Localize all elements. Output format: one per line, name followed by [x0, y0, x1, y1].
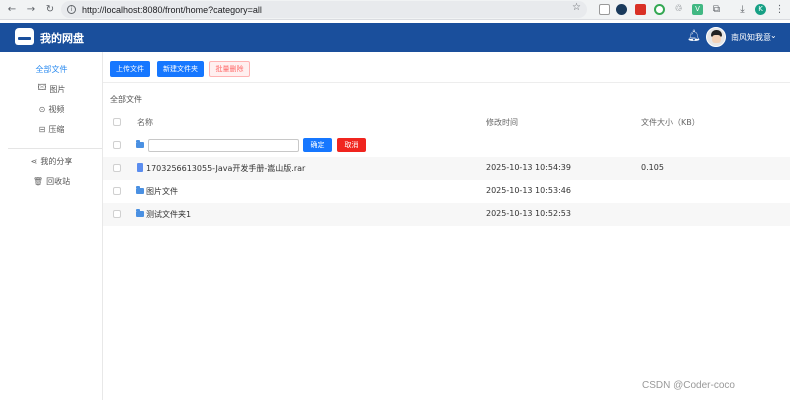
cancel-button[interactable]: 取消	[337, 138, 366, 152]
sidebar-item-archives[interactable]: ⊟ 压缩	[0, 120, 103, 138]
table-row[interactable]: 测试文件夹1 2025-10-13 10:52:53	[103, 203, 790, 226]
extension-screenshot-icon[interactable]	[599, 4, 610, 15]
app-title: 我的网盘	[40, 32, 84, 45]
sidebar-divider	[8, 148, 102, 149]
upload-button[interactable]: 上传文件	[110, 61, 150, 77]
bell-icon[interactable]: 🔔︎	[687, 29, 701, 43]
table-row[interactable]: 图片文件 2025-10-13 10:53:46	[103, 180, 790, 203]
sidebar-item-label: 全部文件	[35, 64, 68, 74]
table-row[interactable]: 1703256613055-Java开发手册-嵩山版.rar 2025-10-1…	[103, 157, 790, 180]
file-modified: 2025-10-13 10:54:39	[486, 163, 571, 172]
trash-icon: 🗑︎	[32, 176, 44, 186]
cloud-drive-logo-icon	[15, 28, 34, 45]
sidebar-item-all-files[interactable]: 全部文件	[0, 60, 103, 78]
row-checkbox[interactable]	[113, 141, 121, 149]
sidebar-item-videos[interactable]: ⊙ 视频	[0, 100, 103, 118]
new-folder-row: 确定 取消	[103, 134, 790, 157]
user-avatar[interactable]	[706, 27, 726, 47]
sidebar-item-my-shares[interactable]: ⋖ 我的分享	[0, 152, 103, 170]
toolbar-divider	[103, 82, 790, 83]
row-checkbox[interactable]	[113, 164, 121, 172]
extensions-puzzle-icon[interactable]: ⧉	[711, 4, 722, 15]
extension-shield-icon[interactable]	[616, 4, 627, 15]
browser-toolbar: ← → ↻ i http://localhost:8080/front/home…	[0, 0, 790, 20]
video-icon: ⊙	[38, 104, 46, 114]
column-header-size[interactable]: 文件大小（KB）	[641, 117, 700, 128]
breadcrumb[interactable]: 全部文件	[110, 94, 142, 105]
folder-icon	[136, 186, 144, 194]
sidebar-item-label: 我的分享	[40, 156, 73, 166]
sidebar-item-images[interactable]: 🖾 图片	[0, 80, 103, 98]
file-name[interactable]: 1703256613055-Java开发手册-嵩山版.rar	[146, 163, 305, 174]
share-icon: ⋖	[30, 156, 38, 166]
username[interactable]: 南风知我意	[731, 32, 771, 43]
row-checkbox[interactable]	[113, 210, 121, 218]
archive-icon: ⊟	[38, 124, 46, 134]
column-header-name[interactable]: 名称	[137, 117, 153, 128]
new-folder-button[interactable]: 新建文件夹	[157, 61, 204, 77]
sidebar-item-recycle-bin[interactable]: 🗑︎ 回收站	[0, 172, 103, 190]
file-icon	[137, 163, 143, 172]
sidebar-item-label: 压缩	[48, 124, 65, 134]
site-info-icon[interactable]: i	[67, 5, 76, 14]
table-header: 名称 修改时间 文件大小（KB）	[103, 111, 790, 134]
confirm-button[interactable]: 确定	[303, 138, 332, 152]
folder-name[interactable]: 测试文件夹1	[146, 209, 191, 220]
extension-green-icon[interactable]	[654, 4, 665, 15]
column-header-modified[interactable]: 修改时间	[486, 117, 518, 128]
folder-modified: 2025-10-13 10:52:53	[486, 209, 571, 218]
back-arrow-icon[interactable]: ←	[5, 3, 19, 17]
folder-icon	[136, 209, 144, 217]
select-all-checkbox[interactable]	[113, 118, 121, 126]
download-icon[interactable]: ⤓	[737, 4, 748, 15]
address-bar[interactable]: i http://localhost:8080/front/home?categ…	[61, 1, 587, 18]
extension-vue-icon[interactable]: V	[692, 4, 703, 15]
extension-red-icon[interactable]	[635, 4, 646, 15]
file-size: 0.105	[641, 163, 664, 172]
profile-avatar[interactable]: K	[755, 4, 766, 15]
chevron-down-icon[interactable]: ⌄	[770, 31, 777, 40]
sidebar: 全部文件 🖾 图片 ⊙ 视频 ⊟ 压缩 ⋖ 我的分享 🗑︎ 回收站	[0, 52, 103, 400]
url-text: http://localhost:8080/front/home?categor…	[82, 4, 262, 15]
sidebar-item-label: 回收站	[46, 176, 71, 186]
folder-icon	[136, 140, 144, 148]
sidebar-item-label: 视频	[48, 104, 65, 114]
bookmark-star-icon[interactable]: ☆	[572, 2, 581, 13]
row-checkbox[interactable]	[113, 187, 121, 195]
sidebar-item-label: 图片	[49, 84, 66, 94]
image-icon: 🖾	[37, 83, 47, 92]
folder-modified: 2025-10-13 10:53:46	[486, 186, 571, 195]
batch-delete-button[interactable]: 批量删除	[209, 61, 250, 77]
extension-recycle-icon[interactable]: ♲	[673, 4, 684, 15]
browser-menu-icon[interactable]: ⋮	[774, 4, 785, 15]
folder-name[interactable]: 图片文件	[146, 186, 178, 197]
app-header: 我的网盘 🔔︎ 南风知我意 ⌄	[0, 23, 790, 52]
forward-arrow-icon[interactable]: →	[24, 3, 38, 17]
csdn-watermark: CSDN @Coder-coco	[642, 380, 735, 391]
new-folder-name-input[interactable]	[148, 139, 299, 152]
reload-icon[interactable]: ↻	[43, 3, 57, 17]
